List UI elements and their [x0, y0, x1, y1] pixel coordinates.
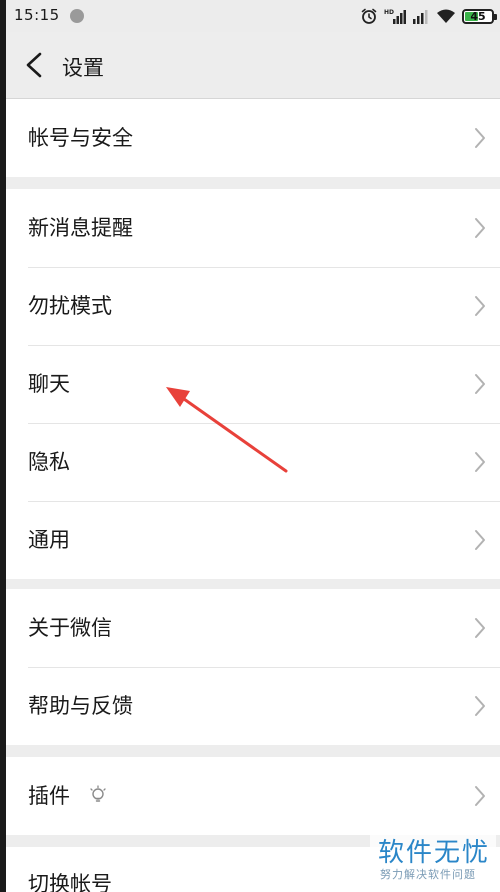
left-edge: [0, 0, 6, 892]
settings-row-general[interactable]: 通用: [6, 501, 500, 579]
nav-header: 设置: [6, 32, 500, 99]
page-title: 设置: [62, 56, 104, 80]
settings-row-about[interactable]: 关于微信: [6, 589, 500, 667]
settings-row-do-not-disturb[interactable]: 勿扰模式: [6, 267, 500, 345]
back-chevron-icon: [26, 52, 42, 78]
plugin-bulb-icon: [90, 785, 106, 802]
row-label: 切换帐号: [28, 872, 112, 892]
watermark-subtitle: 努力解决软件问题: [380, 868, 476, 881]
settings-group-general: 新消息提醒 勿扰模式 聊天 隐私 通用: [6, 189, 500, 579]
settings-group-plugins: 插件: [6, 757, 500, 835]
chevron-right-icon: [475, 618, 485, 638]
row-label: 勿扰模式: [28, 294, 112, 318]
row-label: 关于微信: [28, 616, 112, 640]
chevron-right-icon: [475, 374, 485, 394]
signal-icon: [413, 10, 428, 24]
chevron-right-icon: [475, 452, 485, 472]
row-label: 通用: [28, 528, 70, 552]
chevron-right-icon: [475, 128, 485, 148]
status-icons: HD 45: [360, 5, 497, 27]
watermark: 软件无忧 努力解决软件问题: [370, 830, 496, 888]
battery-level: 45: [470, 9, 486, 23]
back-button[interactable]: [16, 45, 56, 85]
row-label: 聊天: [28, 372, 70, 396]
alarm-icon: [361, 8, 377, 24]
row-label: 插件: [28, 784, 70, 808]
settings-row-notifications[interactable]: 新消息提醒: [6, 189, 500, 267]
settings-group-account: 帐号与安全: [6, 99, 500, 177]
hd-signal-icon: HD: [384, 9, 406, 24]
chevron-right-icon: [475, 696, 485, 716]
wifi-icon: [437, 9, 455, 23]
settings-group-about: 关于微信 帮助与反馈: [6, 589, 500, 745]
annotation-arrow-icon: [166, 387, 288, 473]
settings-row-plugins[interactable]: 插件: [6, 757, 500, 835]
chevron-right-icon: [475, 786, 485, 806]
row-label: 帐号与安全: [28, 126, 133, 150]
settings-row-account-security[interactable]: 帐号与安全: [6, 99, 500, 177]
chevron-right-icon: [475, 296, 485, 316]
battery-icon: 45: [462, 8, 497, 24]
row-label: 帮助与反馈: [28, 694, 133, 718]
row-label: 隐私: [28, 450, 70, 474]
row-label: 新消息提醒: [28, 216, 133, 240]
settings-row-help-feedback[interactable]: 帮助与反馈: [6, 667, 500, 745]
chevron-right-icon: [475, 530, 485, 550]
svg-text:HD: HD: [384, 9, 394, 16]
status-time: 15:15: [14, 6, 60, 24]
status-bar: 15:15 HD 45: [6, 0, 500, 32]
watermark-logo-text: 软件无忧: [378, 838, 491, 868]
notification-dot-icon: [70, 9, 84, 23]
chevron-right-icon: [475, 218, 485, 238]
